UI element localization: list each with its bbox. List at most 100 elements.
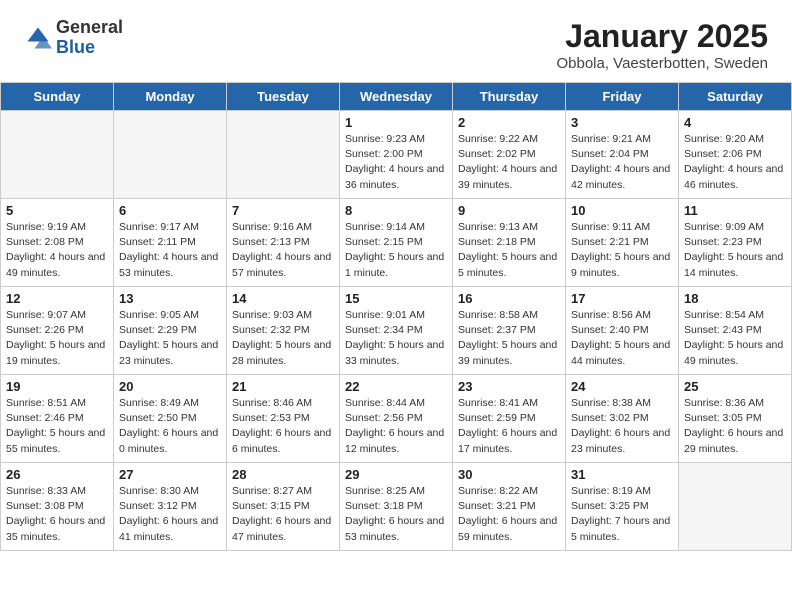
calendar-cell: 9Sunrise: 9:13 AM Sunset: 2:18 PM Daylig… bbox=[453, 199, 566, 287]
day-number: 29 bbox=[345, 467, 447, 482]
day-info: Sunrise: 9:14 AM Sunset: 2:15 PM Dayligh… bbox=[345, 220, 447, 281]
header: General Blue January 2025 Obbola, Vaeste… bbox=[0, 0, 792, 82]
day-info: Sunrise: 9:09 AM Sunset: 2:23 PM Dayligh… bbox=[684, 220, 786, 281]
day-info: Sunrise: 8:58 AM Sunset: 2:37 PM Dayligh… bbox=[458, 308, 560, 369]
logo-blue: Blue bbox=[56, 38, 123, 58]
calendar-cell: 27 Sunrise: 8:30 AM Sunset: 3:12 PM Dayli… bbox=[114, 463, 227, 551]
week-row-2: 5Sunrise: 9:19 AM Sunset: 2:08 PM Daylig… bbox=[1, 199, 792, 287]
day-number: 4 bbox=[684, 115, 786, 130]
day-info: Sunrise: 8:38 AM Sunset: 3:02 PM Dayligh… bbox=[571, 396, 673, 457]
day-number: 10 bbox=[571, 203, 673, 218]
weekday-header-row: SundayMondayTuesdayWednesdayThursdayFrid… bbox=[1, 83, 792, 111]
day-info: Sunrise: 8:41 AM Sunset: 2:59 PM Dayligh… bbox=[458, 396, 560, 457]
day-info: Sunrise: 9:07 AM Sunset: 2:26 PM Dayligh… bbox=[6, 308, 108, 369]
weekday-header-tuesday: Tuesday bbox=[227, 83, 340, 111]
day-info: Sunrise: 8:44 AM Sunset: 2:56 PM Dayligh… bbox=[345, 396, 447, 457]
weekday-header-friday: Friday bbox=[566, 83, 679, 111]
calendar-cell: 28 Sunrise: 8:27 AM Sunset: 3:15 PM Dayli… bbox=[227, 463, 340, 551]
day-number: 31 bbox=[571, 467, 673, 482]
calendar-cell: 3 Sunrise: 9:21 AM Sunset: 2:04 PM Daylig… bbox=[566, 111, 679, 199]
calendar-cell: 14 Sunrise: 9:03 AM Sunset: 2:32 PM Dayli… bbox=[227, 287, 340, 375]
day-info: Sunrise: 9:01 AM Sunset: 2:34 PM Dayligh… bbox=[345, 308, 447, 369]
day-number: 17 bbox=[571, 291, 673, 306]
calendar-cell: 15 Sunrise: 9:01 AM Sunset: 2:34 PM Dayli… bbox=[340, 287, 453, 375]
calendar-cell: 8 Sunrise: 9:14 AM Sunset: 2:15 PM Daylig… bbox=[340, 199, 453, 287]
day-number: 14 bbox=[232, 291, 334, 306]
calendar-cell: 20Sunrise: 8:49 AM Sunset: 2:50 PM Dayli… bbox=[114, 375, 227, 463]
calendar: SundayMondayTuesdayWednesdayThursdayFrid… bbox=[0, 82, 792, 551]
day-number: 30 bbox=[458, 467, 560, 482]
day-number: 22 bbox=[345, 379, 447, 394]
calendar-cell: 1 Sunrise: 9:23 AM Sunset: 2:00 PM Daylig… bbox=[340, 111, 453, 199]
day-info: Sunrise: 9:19 AM Sunset: 2:08 PM Dayligh… bbox=[6, 220, 108, 281]
calendar-cell: 30 Sunrise: 8:22 AM Sunset: 3:21 PM Dayli… bbox=[453, 463, 566, 551]
calendar-cell bbox=[1, 111, 114, 199]
day-number: 3 bbox=[571, 115, 673, 130]
calendar-cell bbox=[114, 111, 227, 199]
day-info: Sunrise: 9:11 AM Sunset: 2:21 PM Dayligh… bbox=[571, 220, 673, 281]
day-info: Sunrise: 8:56 AM Sunset: 2:40 PM Dayligh… bbox=[571, 308, 673, 369]
day-info: Sunrise: 9:23 AM Sunset: 2:00 PM Dayligh… bbox=[345, 132, 447, 193]
calendar-cell: 19 Sunrise: 8:51 AM Sunset: 2:46 PM Dayli… bbox=[1, 375, 114, 463]
week-row-4: 19 Sunrise: 8:51 AM Sunset: 2:46 PM Dayli… bbox=[1, 375, 792, 463]
day-number: 26 bbox=[6, 467, 108, 482]
day-info: Sunrise: 9:20 AM Sunset: 2:06 PM Dayligh… bbox=[684, 132, 786, 193]
day-number: 15 bbox=[345, 291, 447, 306]
day-number: 8 bbox=[345, 203, 447, 218]
day-info: Sunrise: 9:17 AM Sunset: 2:11 PM Dayligh… bbox=[119, 220, 221, 281]
day-info: Sunrise: 9:16 AM Sunset: 2:13 PM Dayligh… bbox=[232, 220, 334, 281]
weekday-header-saturday: Saturday bbox=[679, 83, 792, 111]
day-number: 12 bbox=[6, 291, 108, 306]
day-info: Sunrise: 8:46 AM Sunset: 2:53 PM Dayligh… bbox=[232, 396, 334, 457]
calendar-cell: 31 Sunrise: 8:19 AM Sunset: 3:25 PM Dayli… bbox=[566, 463, 679, 551]
day-info: Sunrise: 8:30 AM Sunset: 3:12 PM Dayligh… bbox=[119, 484, 221, 545]
logo: General Blue bbox=[24, 18, 123, 58]
day-info: Sunrise: 9:03 AM Sunset: 2:32 PM Dayligh… bbox=[232, 308, 334, 369]
day-info: Sunrise: 8:49 AM Sunset: 2:50 PM Dayligh… bbox=[119, 396, 221, 457]
day-info: Sunrise: 9:21 AM Sunset: 2:04 PM Dayligh… bbox=[571, 132, 673, 193]
day-info: Sunrise: 8:36 AM Sunset: 3:05 PM Dayligh… bbox=[684, 396, 786, 457]
day-number: 23 bbox=[458, 379, 560, 394]
day-number: 27 bbox=[119, 467, 221, 482]
day-number: 18 bbox=[684, 291, 786, 306]
day-info: Sunrise: 8:54 AM Sunset: 2:43 PM Dayligh… bbox=[684, 308, 786, 369]
day-number: 24 bbox=[571, 379, 673, 394]
subtitle: Obbola, Vaesterbotten, Sweden bbox=[556, 55, 768, 72]
week-row-5: 26 Sunrise: 8:33 AM Sunset: 3:08 PM Dayli… bbox=[1, 463, 792, 551]
day-info: Sunrise: 8:33 AM Sunset: 3:08 PM Dayligh… bbox=[6, 484, 108, 545]
weekday-header-wednesday: Wednesday bbox=[340, 83, 453, 111]
calendar-cell bbox=[679, 463, 792, 551]
month-title: January 2025 bbox=[556, 18, 768, 55]
title-section: January 2025 Obbola, Vaesterbotten, Swed… bbox=[556, 18, 768, 72]
calendar-cell bbox=[227, 111, 340, 199]
day-number: 28 bbox=[232, 467, 334, 482]
day-number: 19 bbox=[6, 379, 108, 394]
calendar-cell: 16 Sunrise: 8:58 AM Sunset: 2:37 PM Dayli… bbox=[453, 287, 566, 375]
weekday-header-thursday: Thursday bbox=[453, 83, 566, 111]
calendar-cell: 24 Sunrise: 8:38 AM Sunset: 3:02 PM Dayli… bbox=[566, 375, 679, 463]
calendar-cell: 6Sunrise: 9:17 AM Sunset: 2:11 PM Daylig… bbox=[114, 199, 227, 287]
day-info: Sunrise: 8:27 AM Sunset: 3:15 PM Dayligh… bbox=[232, 484, 334, 545]
day-number: 1 bbox=[345, 115, 447, 130]
day-number: 13 bbox=[119, 291, 221, 306]
calendar-cell: 17 Sunrise: 8:56 AM Sunset: 2:40 PM Dayli… bbox=[566, 287, 679, 375]
calendar-cell: 13 Sunrise: 9:05 AM Sunset: 2:29 PM Dayli… bbox=[114, 287, 227, 375]
week-row-3: 12 Sunrise: 9:07 AM Sunset: 2:26 PM Dayli… bbox=[1, 287, 792, 375]
calendar-cell: 7Sunrise: 9:16 AM Sunset: 2:13 PM Daylig… bbox=[227, 199, 340, 287]
calendar-cell: 22 Sunrise: 8:44 AM Sunset: 2:56 PM Dayli… bbox=[340, 375, 453, 463]
day-info: Sunrise: 9:22 AM Sunset: 2:02 PM Dayligh… bbox=[458, 132, 560, 193]
calendar-cell: 4 Sunrise: 9:20 AM Sunset: 2:06 PM Daylig… bbox=[679, 111, 792, 199]
day-number: 16 bbox=[458, 291, 560, 306]
calendar-cell: 25Sunrise: 8:36 AM Sunset: 3:05 PM Dayli… bbox=[679, 375, 792, 463]
day-info: Sunrise: 8:51 AM Sunset: 2:46 PM Dayligh… bbox=[6, 396, 108, 457]
calendar-cell: 12 Sunrise: 9:07 AM Sunset: 2:26 PM Dayli… bbox=[1, 287, 114, 375]
day-info: Sunrise: 8:22 AM Sunset: 3:21 PM Dayligh… bbox=[458, 484, 560, 545]
day-info: Sunrise: 8:19 AM Sunset: 3:25 PM Dayligh… bbox=[571, 484, 673, 545]
day-info: Sunrise: 9:05 AM Sunset: 2:29 PM Dayligh… bbox=[119, 308, 221, 369]
weekday-header-sunday: Sunday bbox=[1, 83, 114, 111]
logo-icon bbox=[24, 24, 52, 52]
day-number: 2 bbox=[458, 115, 560, 130]
day-number: 21 bbox=[232, 379, 334, 394]
logo-general: General bbox=[56, 18, 123, 38]
day-number: 11 bbox=[684, 203, 786, 218]
